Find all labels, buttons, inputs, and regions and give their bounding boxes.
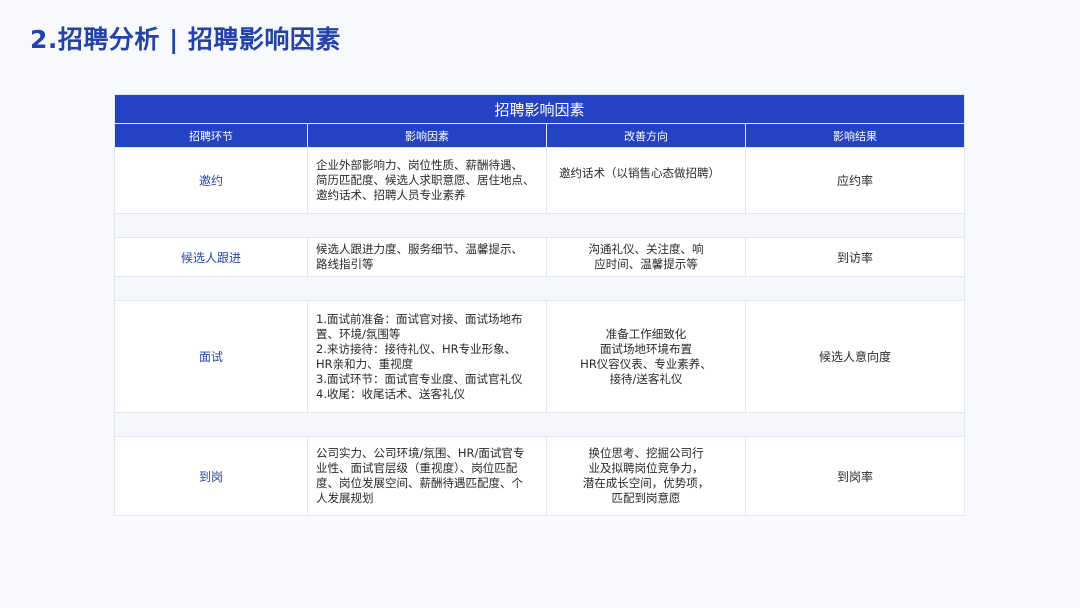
direction-line: 接待/送客礼仪 [609,371,683,386]
table-row: 到岗 公司实力、公司环境/氛围、HR/面试官专 业性、面试官层级（重视度）、岗位… [114,436,966,516]
header-direction: 改善方向 [546,123,746,148]
table-caption: 招聘影响因素 [113,94,966,124]
factor-line: 3.面试环节：面试官专业度、面试官礼仪 [316,371,523,386]
result-cell: 到岗率 [744,436,966,516]
factors-cell: 1.面试前准备：面试官对接、面试场地布 置、环境/氛围等 2.来访接待：接待礼仪… [307,300,547,413]
spacer-row [113,276,966,301]
stage-cell: 候选人跟进 [114,237,308,277]
header-factors: 影响因素 [307,123,547,148]
stage-cell: 到岗 [114,436,308,516]
direction-line: HR仪容仪表、专业素养、 [580,356,712,371]
factor-line: 候选人跟进力度、服务细节、温馨提示、 [316,242,523,256]
direction-cell: 准备工作细致化 面试场地环境布置 HR仪容仪表、专业素养、 接待/送客礼仪 [546,300,746,413]
factors-cell: 候选人跟进力度、服务细节、温馨提示、 路线指引等 [307,237,547,277]
factor-line: 公司实力、公司环境/氛围、HR/面试官专 [316,446,525,460]
header-stage: 招聘环节 [114,123,308,148]
factor-line: 业性、面试官层级（重视度）、岗位匹配 [316,461,518,475]
recruitment-factors-table: 招聘影响因素 招聘环节 影响因素 改善方向 影响结果 邀约 企业外部影响力、岗位… [113,94,966,516]
spacer-row [113,213,966,238]
direction-line: 邀约话术（以销售心态做招聘） [559,166,720,180]
factors-cell: 企业外部影响力、岗位性质、薪酬待遇、 简历匹配度、候选人求职意愿、居住地点、 邀… [307,147,547,214]
factor-line: 1.面试前准备：面试官对接、面试场地布 [316,311,523,326]
factor-line: 邀约话术、招聘人员专业素养 [316,188,466,202]
factor-line: 人发展规划 [316,491,374,505]
result-cell: 到访率 [744,237,966,277]
direction-line: 面试场地环境布置 [600,341,692,356]
direction-line: 沟通礼仪、关注度、响 [588,242,704,256]
factors-cell: 公司实力、公司环境/氛围、HR/面试官专 业性、面试官层级（重视度）、岗位匹配 … [307,436,547,516]
header-result: 影响结果 [744,123,966,148]
direction-cell: 邀约话术（以销售心态做招聘） [546,147,746,214]
direction-cell: 换位思考、挖掘公司行 业及拟聘岗位竞争力， 潜在成长空间，优势项， 匹配到岗意愿 [546,436,746,516]
factor-line: 简历匹配度、候选人求职意愿、居住地点、 [316,173,535,187]
direction-cell: 沟通礼仪、关注度、响 应时间、温馨提示等 [546,237,746,277]
direction-line: 准备工作细致化 [605,326,687,341]
factor-line: 置、环境/氛围等 [316,326,401,341]
factor-line: 度、岗位发展空间、薪酬待遇匹配度、个 [316,476,523,490]
table-row: 面试 1.面试前准备：面试官对接、面试场地布 置、环境/氛围等 2.来访接待：接… [114,300,966,413]
page-title: 2.招聘分析 | 招聘影响因素 [30,25,341,54]
table-row: 邀约 企业外部影响力、岗位性质、薪酬待遇、 简历匹配度、候选人求职意愿、居住地点… [114,147,966,214]
factor-line: 2.来访接待：接待礼仪、HR专业形象、 [316,341,517,356]
stage-cell: 面试 [114,300,308,413]
direction-line: 业及拟聘岗位竞争力， [588,461,704,475]
factor-line: 企业外部影响力、岗位性质、薪酬待遇、 [316,158,523,172]
spacer-row [113,412,966,437]
result-cell: 应约率 [744,147,966,214]
factor-line: 4.收尾：收尾话术、送客礼仪 [316,386,465,401]
direction-line: 换位思考、挖掘公司行 [588,446,704,460]
factor-line: 路线指引等 [316,257,374,271]
stage-cell: 邀约 [114,147,308,214]
factor-line: HR亲和力、重视度 [316,356,414,371]
direction-line: 潜在成长空间，优势项， [582,476,710,490]
table-row: 候选人跟进 候选人跟进力度、服务细节、温馨提示、 路线指引等 沟通礼仪、关注度、… [114,237,966,277]
direction-line: 匹配到岗意愿 [611,491,681,505]
direction-line: 应时间、温馨提示等 [594,257,698,271]
result-cell: 候选人意向度 [744,300,966,413]
